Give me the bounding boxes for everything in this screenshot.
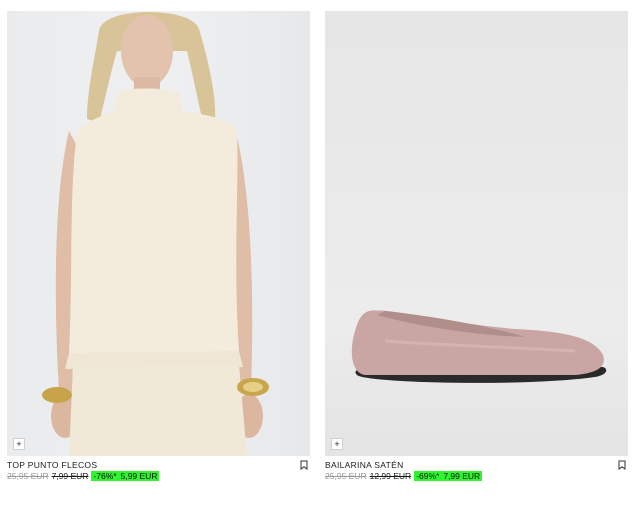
plus-icon: + bbox=[334, 439, 340, 449]
plus-icon: + bbox=[16, 439, 22, 449]
product-info: TOP PUNTO FLECOS 25,95 EUR 7,99 EUR -76%… bbox=[7, 456, 310, 496]
add-to-cart-button[interactable]: + bbox=[13, 438, 25, 450]
model-wearing-knit-top-image bbox=[42, 11, 269, 456]
bookmark-icon[interactable] bbox=[300, 460, 308, 470]
satin-ballet-flat-image bbox=[351, 310, 607, 383]
product-card-bailarina-saten[interactable]: + BAILARINA SATÉN 25,95 EUR 12,99 EUR -6… bbox=[325, 11, 628, 496]
discount-badge: -69%* bbox=[414, 471, 442, 481]
add-to-cart-button[interactable]: + bbox=[331, 438, 343, 450]
product-info: BAILARINA SATÉN 25,95 EUR 12,99 EUR -69%… bbox=[325, 456, 628, 496]
product-card-top-punto-flecos[interactable]: + TOP PUNTO FLECOS 25,95 EUR 7,99 EUR -7… bbox=[7, 11, 310, 496]
product-image[interactable]: + bbox=[7, 11, 310, 456]
current-price: 7,99 EUR bbox=[441, 471, 483, 481]
discount-badge: -76%* bbox=[91, 471, 119, 481]
original-price: 25,95 EUR bbox=[7, 471, 49, 481]
product-name[interactable]: TOP PUNTO FLECOS bbox=[7, 460, 97, 470]
original-price: 25,95 EUR bbox=[325, 471, 367, 481]
previous-price: 7,99 EUR bbox=[51, 471, 89, 481]
price-row: 25,95 EUR 12,99 EUR -69%* 7,99 EUR bbox=[325, 471, 483, 481]
current-price: 5,99 EUR bbox=[118, 471, 160, 481]
product-name[interactable]: BAILARINA SATÉN bbox=[325, 460, 404, 470]
bookmark-icon[interactable] bbox=[618, 460, 626, 470]
previous-price: 12,99 EUR bbox=[369, 471, 412, 481]
price-row: 25,95 EUR 7,99 EUR -76%* 5,99 EUR bbox=[7, 471, 160, 481]
product-image[interactable]: + bbox=[325, 11, 628, 456]
